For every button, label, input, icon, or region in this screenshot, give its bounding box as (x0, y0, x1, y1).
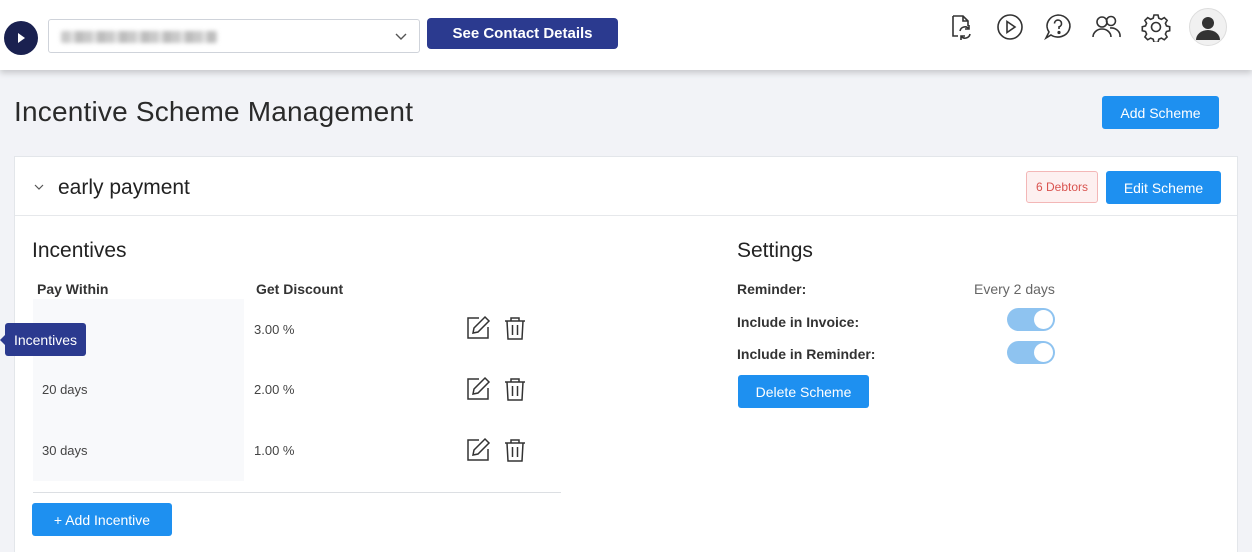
debtors-badge[interactable]: 6 Debtors (1026, 171, 1098, 203)
trash-icon[interactable] (502, 437, 528, 463)
edit-pencil-icon[interactable] (465, 437, 491, 463)
reminder-label: Reminder: (737, 281, 807, 297)
discount-cell: 3.00 % (254, 322, 295, 337)
incentives-divider (33, 492, 561, 493)
include-in-reminder-toggle[interactable] (1007, 341, 1055, 364)
users-icon[interactable] (1090, 11, 1122, 43)
get-discount-header: Get Discount (256, 281, 344, 297)
chevron-down-icon[interactable] (33, 181, 45, 193)
edit-pencil-icon[interactable] (465, 315, 491, 341)
page-title: Incentive Scheme Management (14, 96, 414, 127)
discount-cell: 1.00 % (254, 443, 295, 458)
delete-scheme-button[interactable]: Delete Scheme (738, 375, 869, 408)
add-incentive-button[interactable]: + Add Incentive (32, 503, 172, 536)
sync-document-icon[interactable] (944, 11, 976, 43)
edit-scheme-button[interactable]: Edit Scheme (1106, 171, 1221, 204)
top-bar: See Contact Details (0, 0, 1252, 70)
pay-within-cell: 30 days (42, 443, 88, 458)
scheme-card-header[interactable]: early payment 6 Debtors Edit Scheme (15, 157, 1237, 216)
scheme-name: early payment (58, 176, 190, 199)
scheme-card: early payment 6 Debtors Edit Scheme Ince… (14, 156, 1238, 552)
play-circle-icon[interactable] (994, 11, 1026, 43)
trash-icon[interactable] (502, 376, 528, 402)
pay-within-cell: 20 days (42, 382, 88, 397)
trash-icon[interactable] (502, 315, 528, 341)
edit-pencil-icon[interactable] (465, 376, 491, 402)
pay-within-header: Pay Within (37, 281, 109, 297)
help-bubble-icon[interactable] (1042, 11, 1074, 43)
settings-gear-icon[interactable] (1140, 11, 1172, 43)
include-in-invoice-label: Include in Invoice: (737, 314, 860, 330)
incentives-title: Incentives (32, 239, 127, 262)
see-contact-details-button[interactable]: See Contact Details (427, 18, 618, 49)
chevron-down-icon (395, 33, 407, 40)
settings-title: Settings (737, 239, 813, 262)
play-logo-icon[interactable] (4, 21, 38, 55)
incentives-tooltip: Incentives (5, 323, 86, 356)
include-in-invoice-toggle[interactable] (1007, 308, 1055, 331)
add-scheme-button[interactable]: Add Scheme (1102, 96, 1219, 129)
user-avatar-icon[interactable] (1189, 8, 1227, 46)
discount-cell: 2.00 % (254, 382, 295, 397)
reminder-value: Every 2 days (974, 281, 1055, 297)
organization-select[interactable] (48, 19, 420, 53)
organization-name-redacted (61, 31, 217, 43)
include-in-reminder-label: Include in Reminder: (737, 346, 876, 362)
